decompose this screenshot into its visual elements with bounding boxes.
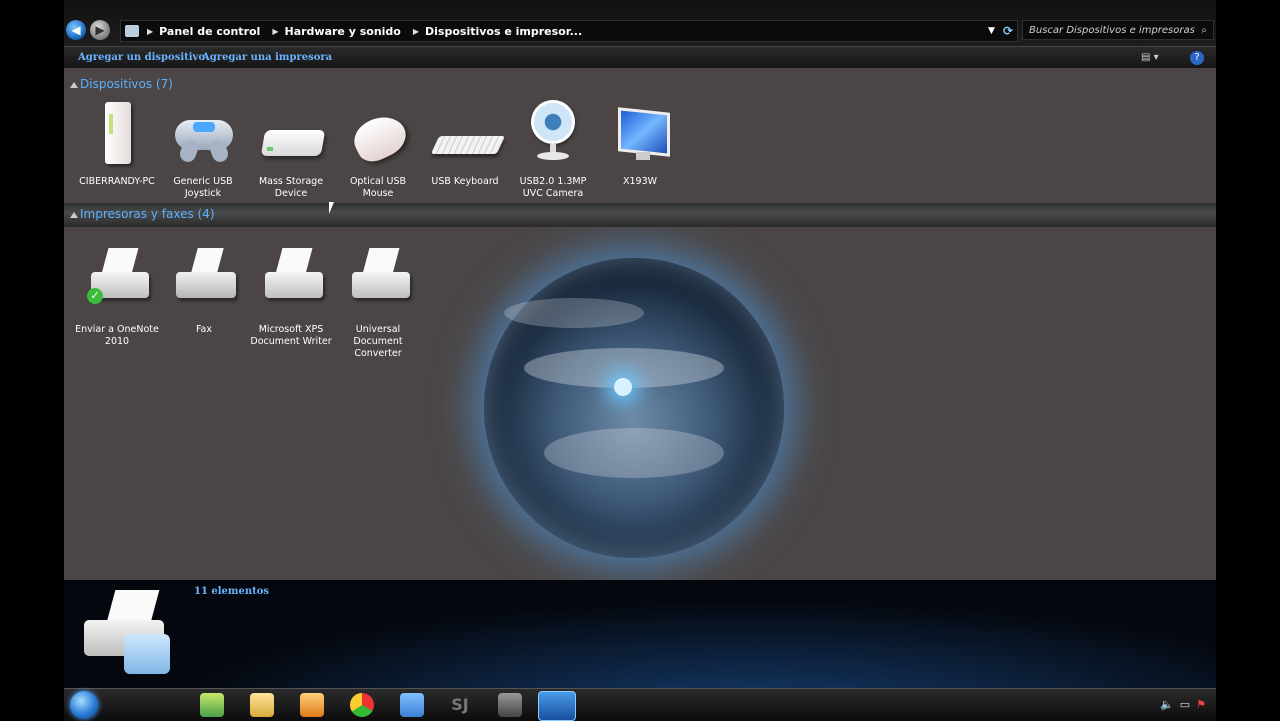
printer-item[interactable]: Universal Document Converter	[335, 248, 421, 360]
device-label: Generic USB Joystick	[173, 176, 233, 199]
flag-icon[interactable]: ⚑	[1196, 698, 1206, 711]
breadcrumb-control-panel[interactable]: Panel de control	[159, 25, 260, 38]
messenger-icon[interactable]	[400, 693, 424, 717]
volume-icon[interactable]: 🔈	[1160, 698, 1174, 711]
device-item[interactable]: USB Keyboard	[422, 100, 508, 188]
chrome-icon[interactable]	[350, 693, 374, 717]
breadcrumb-devices-printers[interactable]: Dispositivos e impresor...	[425, 25, 582, 38]
printer-icon	[346, 248, 410, 312]
control-panel-icon	[125, 25, 139, 37]
details-printer-icon	[80, 590, 174, 678]
taskbar-app-icon[interactable]	[200, 693, 224, 717]
devices-group-header[interactable]: Dispositivos (7)	[64, 76, 1216, 96]
breadcrumb-separator-icon[interactable]: ▶	[147, 27, 153, 36]
fax-icon	[172, 248, 236, 312]
search-input[interactable]: Buscar Dispositivos e impresoras ⌕	[1022, 20, 1214, 40]
device-label: USB Keyboard	[431, 176, 499, 187]
device-label: CIBERRANDY-PC	[79, 176, 155, 187]
device-item[interactable]: X193W	[597, 100, 683, 188]
search-icon[interactable]: ⌕	[1201, 25, 1207, 36]
breadcrumb-separator-icon[interactable]: ▶	[413, 27, 419, 36]
right-black-border	[1216, 0, 1280, 720]
device-label: USB2.0 1.3MP UVC Camera	[519, 176, 587, 199]
printer-label: Fax	[195, 324, 213, 335]
forward-button[interactable]: ▶	[90, 20, 110, 40]
view-options-icon[interactable]: ▤ ▾	[1141, 52, 1159, 63]
breadcrumb-hardware-sound[interactable]: Hardware y sonido	[284, 25, 400, 38]
device-label: Mass Storage Device	[258, 176, 324, 199]
mouse-icon	[346, 100, 413, 168]
add-device-button[interactable]: Agregar un dispositivo	[78, 52, 205, 63]
device-item[interactable]: USB2.0 1.3MP UVC Camera	[510, 100, 596, 200]
details-pane: 11 elementos	[64, 580, 1216, 688]
device-item[interactable]: Generic USB Joystick	[160, 100, 246, 200]
printer-default-icon: ✓	[85, 248, 149, 312]
devices-content-area: Dispositivos (7) CIBERRANDY-PC Generic U…	[64, 68, 1216, 580]
computer-tower-icon	[85, 100, 149, 164]
printer-icon	[259, 248, 323, 312]
breadcrumb-separator-icon[interactable]: ▶	[272, 27, 278, 36]
devices-group-title: Dispositivos (7)	[80, 77, 173, 91]
printers-group-title: Impresoras y faxes (4)	[80, 207, 215, 221]
item-count: 11 elementos	[194, 586, 270, 597]
refresh-icon[interactable]: ⟳	[1003, 24, 1013, 38]
printers-group-header[interactable]: Impresoras y faxes (4)	[64, 206, 1216, 226]
taskbar: SJ 🔈 ▭ ⚑	[64, 688, 1216, 721]
collapse-arrow-icon[interactable]	[70, 212, 78, 218]
device-label: Optical USB Mouse	[349, 176, 407, 199]
start-button[interactable]	[70, 691, 98, 719]
media-player-icon[interactable]	[300, 693, 324, 717]
device-item[interactable]: Optical USB Mouse	[335, 100, 421, 200]
keyboard-icon	[430, 100, 506, 164]
search-placeholder: Buscar Dispositivos e impresoras	[1029, 24, 1195, 36]
wallpaper-planet	[484, 258, 784, 558]
printer-item[interactable]: Microsoft XPS Document Writer	[248, 248, 334, 348]
printer-label: Microsoft XPS Document Writer	[250, 324, 332, 347]
add-printer-button[interactable]: Agregar una impresora	[202, 52, 332, 63]
help-icon[interactable]: ?	[1190, 51, 1204, 65]
network-icon[interactable]: ▭	[1180, 698, 1190, 711]
left-black-border	[0, 0, 64, 720]
system-tray: 🔈 ▭ ⚑	[1160, 698, 1206, 711]
mouse-cursor-icon	[329, 202, 339, 214]
folder-icon[interactable]	[250, 693, 274, 717]
command-bar: Agregar un dispositivo Agregar una impre…	[64, 46, 1216, 69]
device-item[interactable]: Mass Storage Device	[248, 100, 334, 200]
address-dropdown-icon[interactable]: ▼	[988, 26, 995, 36]
printer-item[interactable]: ✓ Enviar a OneNote 2010	[74, 248, 160, 348]
collapse-arrow-icon[interactable]	[70, 82, 78, 88]
sj-app-icon[interactable]: SJ	[448, 693, 472, 717]
tool-app-icon[interactable]	[498, 693, 522, 717]
external-drive-icon	[259, 100, 326, 164]
printer-label: Universal Document Converter	[353, 324, 403, 359]
device-label: X193W	[622, 176, 658, 187]
device-item[interactable]: CIBERRANDY-PC	[74, 100, 160, 188]
monitor-icon	[608, 100, 672, 164]
printer-label: Enviar a OneNote 2010	[75, 324, 159, 347]
gamepad-icon	[171, 100, 235, 165]
control-panel-taskbar-icon[interactable]	[538, 691, 576, 721]
back-button[interactable]: ◀	[66, 20, 86, 40]
webcam-icon	[521, 100, 585, 164]
printer-item[interactable]: Fax	[161, 248, 247, 336]
address-bar[interactable]: ▶ Panel de control ▶ Hardware y sonido ▶…	[120, 20, 1018, 42]
